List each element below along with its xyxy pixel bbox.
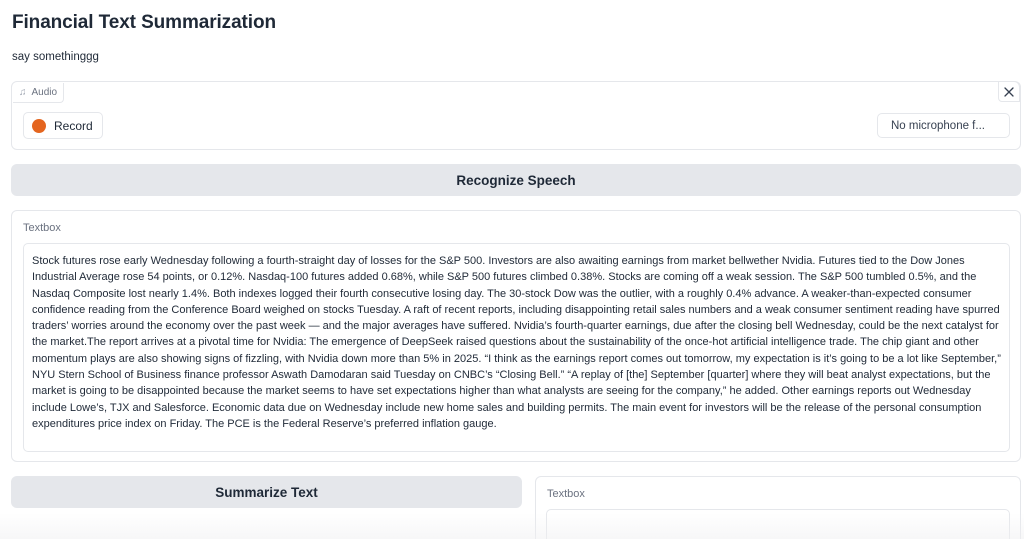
- close-button[interactable]: [998, 81, 1020, 102]
- recognize-speech-button[interactable]: Recognize Speech: [11, 164, 1021, 196]
- audio-label-badge: ♫ Audio: [13, 83, 65, 103]
- record-button[interactable]: Record: [23, 112, 103, 139]
- audio-component: ♫ Audio Record No microphone f...: [11, 81, 1021, 150]
- music-note-icon: ♫: [19, 86, 27, 98]
- output-textbox-label: Textbox: [547, 488, 585, 500]
- page-description: say somethinggg: [12, 51, 99, 63]
- output-textbox-block: Textbox: [535, 476, 1021, 539]
- input-textbox[interactable]: Stock futures rose early Wednesday follo…: [23, 243, 1010, 452]
- audio-label: Audio: [31, 87, 58, 98]
- record-button-label: Record: [54, 118, 93, 133]
- output-textbox[interactable]: [546, 509, 1010, 539]
- microphone-select[interactable]: No microphone f...: [877, 113, 1010, 138]
- close-icon: [1004, 86, 1014, 97]
- input-textbox-block: Textbox Stock futures rose early Wednesd…: [11, 210, 1021, 462]
- summarize-text-button[interactable]: Summarize Text: [11, 476, 522, 508]
- page-title: Financial Text Summarization: [12, 12, 276, 33]
- input-textbox-label: Textbox: [23, 222, 61, 234]
- record-dot-icon: [32, 118, 46, 133]
